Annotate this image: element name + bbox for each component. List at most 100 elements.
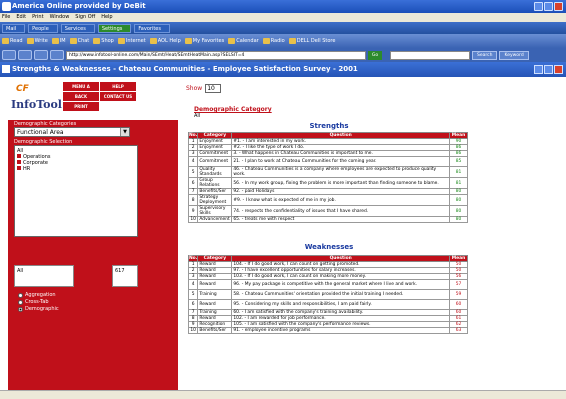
document-titlebar: Strengths & Weaknesses - Chateau Communi… [0,62,566,77]
toolbar-item-label: IM [59,38,66,44]
toolbar-item-label: Chat [77,38,90,44]
quick-toolbar-item[interactable]: Chat [69,38,90,44]
toolbar-item-icon [117,38,125,44]
cell-no: 10 [187,327,199,334]
menu-item[interactable]: File [2,13,10,22]
show-select[interactable]: 10 [205,84,222,93]
radio-icon[interactable] [18,300,23,305]
document-title: Strengths & Weaknesses - Chateau Communi… [12,65,358,73]
col-no: No. [187,132,199,139]
toolbar-item-icon [228,38,236,44]
quick-toolbar-item[interactable]: Internet [117,38,146,44]
cell-mean: 80 [449,194,468,206]
toolbar-item-label: AOL Help [157,38,181,44]
toolbar-item-label: Internet [125,38,146,44]
url-input[interactable]: http://www.infotool-online.com/Main/SEmt… [66,50,366,60]
cell-q: 46. - Chateau Communities is a company w… [231,166,450,178]
radio-demographic[interactable]: Demographic [18,306,59,313]
nav-menu-a[interactable]: MENU A [63,82,99,91]
toolbar-tab[interactable]: Mail [2,23,26,33]
toolbar-item-icon [2,38,9,44]
address-bar: http://www.infotool-online.com/Main/SEmt… [0,48,566,62]
quick-toolbar-item[interactable]: Calendar [228,38,259,44]
toolbar-item-label: Write [34,38,48,44]
toolbar-tab[interactable]: Settings [97,23,132,33]
toolbar-tab[interactable]: Services [60,23,95,33]
quick-toolbar-item[interactable]: IM [51,38,66,44]
radio-aggregation[interactable]: Aggregation [18,292,59,299]
back-button[interactable] [2,50,16,60]
menu-item[interactable]: Sign Off [75,13,95,22]
quick-toolbar-item[interactable]: Read [2,38,23,44]
doc-maximize-button[interactable] [544,65,553,74]
category-select-value: Functional Area [17,129,64,136]
table-row: 6 Group Relations 56. - In my work group, … [187,177,468,189]
radio-icon[interactable] [18,293,23,298]
list-item[interactable]: HR [17,166,135,172]
keyword-button[interactable]: Keyword [499,50,529,60]
right-blank-area [480,80,566,390]
aol-logo-icon [2,2,11,11]
toolbar-item-icon [69,38,77,44]
cell-mean: 63 [449,327,468,334]
cell-q: 91. - employee incentive programs [231,327,450,334]
search-button[interactable]: Search [472,50,498,60]
cell-cat: Commitment [197,150,233,157]
table-row: 5 Quality Standards 46. - Chateau Communit… [187,166,468,178]
cell-q: 74. - respects the confidentiality of is… [231,205,450,217]
toolbar-item-label: Read [10,38,23,44]
doc-close-button[interactable] [554,65,563,74]
cell-no: 4 [187,156,199,167]
cell-cat: Group Relations [197,177,233,189]
quick-toolbar-item[interactable]: AOL Help [149,38,181,44]
cell-q: 21. - I plan to work at Chateau Communit… [231,156,450,167]
cell-cat: Benefits/Ser [197,327,233,334]
radio-cross-tab[interactable]: Cross-Tab [18,299,59,306]
close-button[interactable] [554,2,563,11]
show-row: Show 10 [186,84,222,93]
menu-item[interactable]: Edit [16,13,26,22]
cell-cat: Supervisory Skills [197,205,233,217]
search-input[interactable] [390,50,470,60]
menu-item[interactable]: Print [32,13,44,22]
cell-cat: Quality Standards [197,166,233,178]
window-titlebar: America Online provided by DeBit [0,0,566,13]
quick-toolbar-item[interactable]: Radio [262,38,285,44]
minimize-button[interactable] [534,2,543,11]
home-button[interactable] [50,50,64,60]
window-title: America Online provided by DeBit [12,2,146,10]
quick-toolbar-item[interactable]: Shop [93,38,114,44]
quick-toolbar-item[interactable]: DELL Dell Store [288,38,336,44]
forward-button[interactable] [18,50,32,60]
toolbar-tab[interactable]: People [28,23,58,33]
cell-cat: Strategy Deployment [197,194,233,206]
go-button[interactable]: Go [368,50,382,60]
toolbar-tab[interactable]: Favorites [134,23,170,33]
cell-no: 9 [187,205,199,217]
doc-minimize-button[interactable] [534,65,543,74]
document-icon [2,65,10,73]
category-select[interactable]: Functional Area ▼ [14,127,130,137]
nav-contact-us[interactable]: CONTACT US [100,92,136,101]
category-title[interactable]: Demographic Category [194,106,272,113]
cell-mean: 81 [449,166,468,178]
cell-mean: 80 [449,205,468,217]
nav-help[interactable]: HELP [100,82,136,91]
view-mode-radios: Aggregation Cross-Tab Demographic [18,292,59,313]
cell-cat: Reward [197,279,233,290]
chevron-down-icon[interactable]: ▼ [120,128,129,136]
quick-toolbar-item[interactable]: Write [26,38,48,44]
menu-item[interactable]: Window [50,13,70,22]
maximize-button[interactable] [544,2,553,11]
reload-button[interactable] [34,50,48,60]
nav-back[interactable]: BACK [63,92,99,101]
selection-listbox[interactable]: All Operations Corporate HR [14,145,138,237]
quick-toolbar-item[interactable]: My Favorites [184,38,224,44]
logo-area: CF InfoTool MENU A HELP BACK CONTACT US … [8,80,178,120]
status-bar [0,390,566,399]
nav-print[interactable]: PRINT [63,102,99,111]
radio-selected-icon[interactable] [18,307,23,312]
menu-item[interactable]: Help [101,13,112,22]
toolbar-item-label: DELL Dell Store [296,38,336,44]
toolbar-item-icon [184,38,192,44]
